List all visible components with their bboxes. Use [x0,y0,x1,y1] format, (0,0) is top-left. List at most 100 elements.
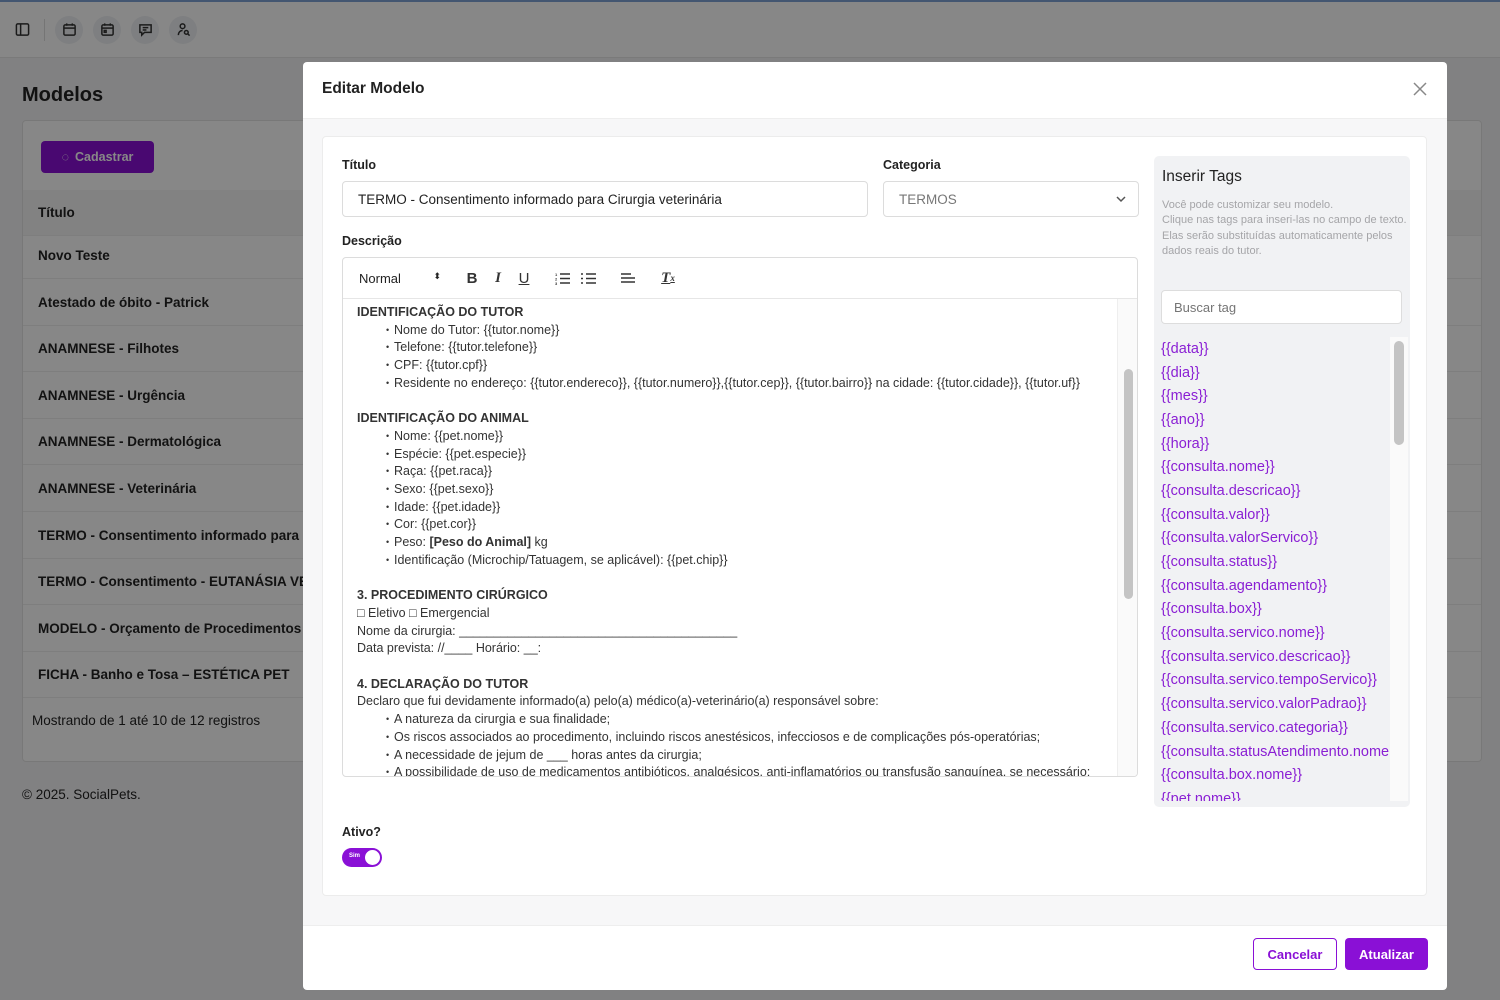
section-heading: 3. PROCEDIMENTO CIRÚRGICO [357,588,548,603]
list-item-text: A necessidade de jejum de ___ horas ante… [394,747,702,762]
list-item: A possibilidade de uso de medicamentos a… [357,764,1103,777]
ordered-list-icon[interactable]: 123 [553,268,571,288]
scrollbar-thumb[interactable] [1124,369,1133,599]
editor-content[interactable]: IDENTIFICAÇÃO DO TUTOR Nome do Tutor: {{t… [343,299,1117,777]
tag-list: {{data}} {{dia}} {{mes}} {{ano}} {{hora}} {{c… [1161,337,1389,801]
paragraph: □ Eletivo □ Emergencial [357,605,490,620]
tag-item[interactable]: {{consulta.valorServico}} [1161,527,1389,551]
list-item: Cor: {{pet.cor}} [357,516,1103,534]
align-icon[interactable] [619,268,637,288]
modal-body: Título TERMO - Consentimento informado p… [303,118,1447,926]
list-item-text: Nome: {{pet.nome}} [394,428,504,443]
close-icon[interactable] [1411,80,1429,98]
tag-item[interactable]: {{consulta.valor}} [1161,503,1389,527]
underline-button[interactable]: U [515,268,533,288]
paragraph: Declaro que fui devidamente informado(a)… [357,694,879,709]
tags-scrollbar[interactable] [1390,337,1408,801]
tags-description: Você pode customizar seu modelo. Clique … [1162,198,1407,259]
tags-desc-line: Você pode customizar seu modelo. [1162,199,1334,211]
tag-item[interactable]: {{consulta.status}} [1161,550,1389,574]
placeholder-bold: [Peso do Animal] [429,535,532,550]
tag-item[interactable]: {{ano}} [1161,408,1389,432]
scrollbar-thumb[interactable] [1394,341,1404,445]
title-label: Título [342,158,377,172]
editor-scrollbar[interactable] [1117,299,1137,776]
bold-button[interactable]: B [463,268,481,288]
list-item: A natureza da cirurgia e sua finalidade; [357,711,1103,729]
list-item: A necessidade de jejum de ___ horas ante… [357,747,1103,765]
tag-item[interactable]: {{consulta.servico.nome}} [1161,621,1389,645]
format-value: Normal [359,270,401,286]
list-item: Espécie: {{pet.especie}} [357,446,1103,464]
tag-item[interactable]: {{data}} [1161,337,1389,361]
list-item-text: Os riscos associados ao procedimento, in… [394,729,1041,744]
list-item-text: Idade: {{pet.idade}} [394,499,501,514]
category-value: TERMOS [899,191,957,207]
list-item-text: A possibilidade de uso de medicamentos a… [394,765,1091,777]
insert-tags-panel: Inserir Tags Você pode customizar seu mo… [1154,156,1410,807]
list-item: Nome: {{pet.nome}} [357,428,1103,446]
list-item-text: Peso: [394,535,430,550]
tag-search-input[interactable] [1161,290,1402,324]
bullet-list-icon[interactable] [579,268,597,288]
list-item-suffix: kg [531,535,548,550]
list-item-text: Telefone: {{tutor.telefone}} [394,340,538,355]
list-item: Nome do Tutor: {{tutor.nome}} [357,322,1103,340]
active-label: Ativo? [342,825,381,839]
list-item-text: Residente no endereço: {{tutor.endereco}… [394,375,1080,390]
list-item: Raça: {{pet.raca}} [357,463,1103,481]
update-button[interactable]: Atualizar [1345,938,1428,970]
svg-text:3: 3 [555,281,558,285]
updown-icon: ⬍ [433,270,441,281]
list-item-text: Identificação (Microchip/Tatuagem, se ap… [394,552,728,567]
tag-item[interactable]: {{mes}} [1161,384,1389,408]
list-item: Residente no endereço: {{tutor.endereco}… [357,375,1103,393]
tag-item[interactable]: {{consulta.servico.tempoServico}} [1161,669,1389,693]
paragraph: Data prevista: //____ Horário: __: [357,641,542,656]
chevron-down-icon [1116,196,1126,203]
list-item-text: Nome do Tutor: {{tutor.nome}} [394,322,560,337]
list-item: Idade: {{pet.idade}} [357,499,1103,517]
clear-format-icon[interactable]: Tx [659,268,677,288]
tag-item[interactable]: {{consulta.box}} [1161,598,1389,622]
list-item-text: CPF: {{tutor.cpf}} [394,358,488,373]
title-input[interactable]: TERMO - Consentimento informado para Cir… [342,181,868,217]
list-item: Sexo: {{pet.sexo}} [357,481,1103,499]
list-item: Telefone: {{tutor.telefone}} [357,339,1103,357]
section-heading: IDENTIFICAÇÃO DO ANIMAL [357,411,529,426]
rich-text-editor[interactable]: Normal ⬍ B I U 123 Tx IDENTIFICAÇÃO DO TU… [342,257,1138,777]
tag-item[interactable]: {{consulta.nome}} [1161,455,1389,479]
toggle-label: Sim [349,853,361,859]
editor-toolbar: Normal ⬍ B I U 123 Tx [343,258,1137,299]
tag-item[interactable]: {{consulta.box.nome}} [1161,763,1389,787]
list-item: Os riscos associados ao procedimento, in… [357,729,1103,747]
format-select[interactable]: Normal ⬍ [359,271,441,286]
list-item-text: Raça: {{pet.raca}} [394,464,492,479]
paragraph: Nome da cirurgia: ______________________… [357,623,738,638]
description-label: Descrição [342,234,402,248]
italic-button[interactable]: I [489,268,507,288]
edit-model-modal: Editar Modelo Título TERMO - Consentimen… [303,62,1447,990]
cancel-button[interactable]: Cancelar [1253,938,1337,970]
tags-title: Inserir Tags [1162,168,1242,185]
tag-item[interactable]: {{dia}} [1161,361,1389,385]
tag-item[interactable]: {{consulta.servico.descricao}} [1161,645,1389,669]
section-heading: 4. DECLARAÇÃO DO TUTOR [357,676,529,691]
tag-item[interactable]: {{consulta.servico.categoria}} [1161,716,1389,740]
list-item: Identificação (Microchip/Tatuagem, se ap… [357,552,1103,570]
tag-item[interactable]: {{consulta.servico.valorPadrao}} [1161,692,1389,716]
list-item: Peso: [Peso do Animal] kg [357,534,1103,552]
list-item: CPF: {{tutor.cpf}} [357,357,1103,375]
tag-item[interactable]: {{pet.nome}} [1161,787,1389,801]
category-select[interactable]: TERMOS [883,181,1139,217]
active-toggle[interactable]: Sim [342,848,382,867]
form-card: Título TERMO - Consentimento informado p… [322,136,1427,896]
tag-item[interactable]: {{hora}} [1161,432,1389,456]
section-heading: IDENTIFICAÇÃO DO TUTOR [357,305,524,319]
tag-item[interactable]: {{consulta.descricao}} [1161,479,1389,503]
tag-item[interactable]: {{consulta.agendamento}} [1161,574,1389,598]
tag-item[interactable]: {{consulta.statusAtendimento.nome}} [1161,740,1389,764]
